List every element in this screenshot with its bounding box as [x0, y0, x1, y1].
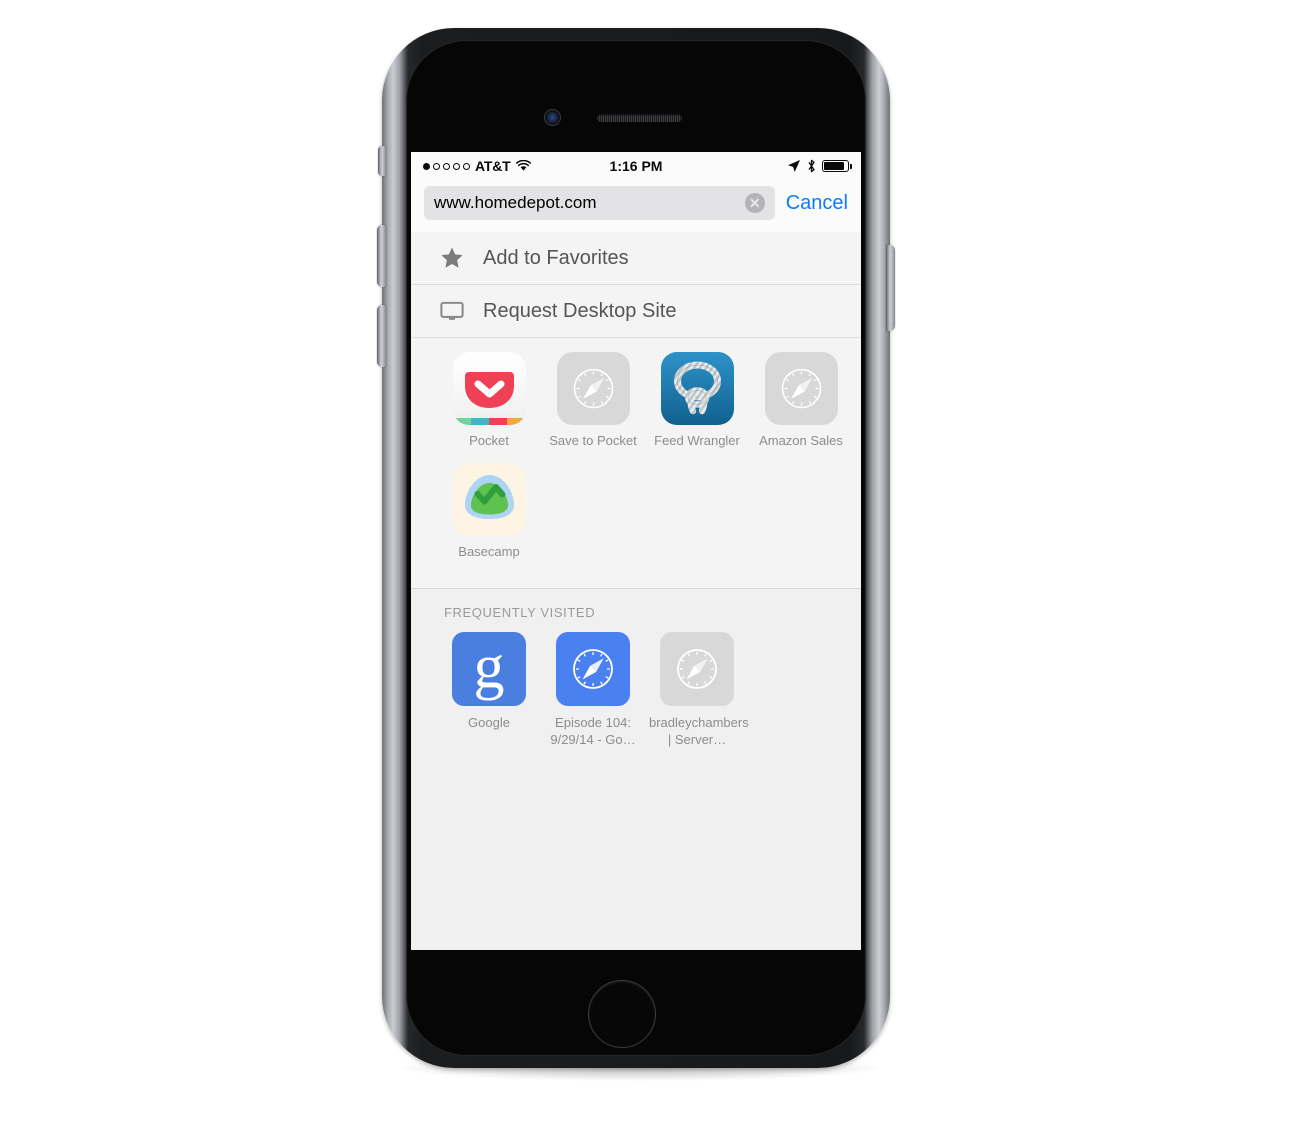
- action-request-desktop-site[interactable]: Request Desktop Site: [411, 285, 861, 338]
- safari-compass-placeholder-icon: [556, 352, 630, 425]
- action-label: Add to Favorites: [483, 246, 629, 269]
- share-app-label: Pocket: [469, 433, 509, 448]
- status-bar: AT&T 1:16 PM: [411, 152, 861, 180]
- share-app-feed-wrangler[interactable]: Feed Wrangler: [645, 352, 749, 449]
- safari-compass-icon: [556, 632, 630, 706]
- share-app-amazon-sales[interactable]: Amazon Sales: [749, 352, 853, 449]
- url-input-field[interactable]: www.homedepot.com ✕: [424, 186, 775, 220]
- star-icon: [441, 247, 463, 268]
- action-label: Request Desktop Site: [483, 299, 677, 322]
- cancel-button[interactable]: Cancel: [786, 192, 848, 215]
- compass-glyph: [573, 649, 613, 689]
- share-app-basecamp[interactable]: Basecamp: [437, 463, 541, 560]
- share-app-label: Amazon Sales: [759, 433, 843, 448]
- compass-glyph: [677, 649, 717, 689]
- power-sleep-button[interactable]: [886, 245, 895, 331]
- volume-up-button[interactable]: [377, 225, 386, 287]
- compass-glyph: [573, 368, 613, 409]
- front-camera-icon: [545, 110, 560, 125]
- google-letter-g: g: [473, 633, 505, 701]
- volume-down-button[interactable]: [377, 305, 386, 367]
- share-app-grid-section: Pocket Save to Pocket Feed Wrangler Amaz…: [411, 338, 861, 588]
- safari-compass-placeholder-icon: [660, 632, 734, 706]
- google-icon-background: g: [452, 632, 526, 706]
- action-add-to-favorites[interactable]: Add to Favorites: [411, 232, 861, 285]
- clear-url-icon[interactable]: ✕: [744, 193, 765, 213]
- share-app-grid: Pocket Save to Pocket Feed Wrangler Amaz…: [411, 352, 861, 574]
- phone-screen: AT&T 1:16 PM www.homedepot.com ✕ Cancel …: [411, 152, 861, 950]
- share-sheet: Add to Favorites Request Desktop Site Po…: [411, 232, 861, 588]
- frequently-visited-item-bradleychambers[interactable]: bradleychambers | Server…: [645, 632, 749, 748]
- frequently-visited-label: Episode 104: 9/29/14 - Go…: [550, 715, 636, 747]
- pocket-color-stripe: [452, 418, 526, 425]
- share-app-label: Save to Pocket: [549, 433, 637, 448]
- google-g-icon: g: [452, 632, 526, 706]
- frequently-visited-label: Google: [468, 715, 510, 730]
- basecamp-mountain-icon: [452, 463, 526, 536]
- share-app-label: Basecamp: [458, 544, 520, 559]
- battery-fill: [824, 162, 844, 170]
- status-bar-right: [787, 159, 853, 173]
- frequently-visited-label: bradleychambers | Server…: [649, 715, 749, 747]
- pocket-glyph: [464, 372, 514, 408]
- share-app-save-to-pocket[interactable]: Save to Pocket: [541, 352, 645, 449]
- frequently-visited-item-google[interactable]: g Google: [437, 632, 541, 748]
- home-button[interactable]: [588, 980, 656, 1048]
- earpiece-speaker: [597, 114, 682, 122]
- mute-switch-button[interactable]: [378, 146, 386, 176]
- pocket-icon: [452, 352, 526, 425]
- bluetooth-icon: [808, 159, 815, 173]
- frequently-visited-grid: g Google Episode 104: 9/29/14 - Go… brad…: [411, 632, 861, 748]
- share-app-label: Feed Wrangler: [654, 433, 740, 448]
- url-text-value: www.homedepot.com: [434, 193, 597, 212]
- battery-icon: [822, 160, 853, 172]
- share-app-pocket[interactable]: Pocket: [437, 352, 541, 449]
- location-arrow-icon: [788, 160, 800, 172]
- frequently-visited-header: FREQUENTLY VISITED: [444, 605, 596, 620]
- screenshot-stage: AT&T 1:16 PM www.homedepot.com ✕ Cancel …: [0, 0, 1300, 1130]
- compass-glyph: [781, 368, 821, 409]
- safari-compass-placeholder-icon: [764, 352, 838, 425]
- frequently-visited-section: FREQUENTLY VISITED g Google Episode 104:…: [411, 589, 861, 756]
- rope-knot-glyph: [660, 352, 734, 425]
- basecamp-glyph: [464, 475, 514, 519]
- feed-wrangler-rope-icon: [660, 352, 734, 425]
- browser-url-bar: www.homedepot.com ✕ Cancel: [411, 180, 861, 232]
- frequently-visited-item-episode-104[interactable]: Episode 104: 9/29/14 - Go…: [541, 632, 645, 748]
- desktop-monitor-icon: [440, 301, 464, 320]
